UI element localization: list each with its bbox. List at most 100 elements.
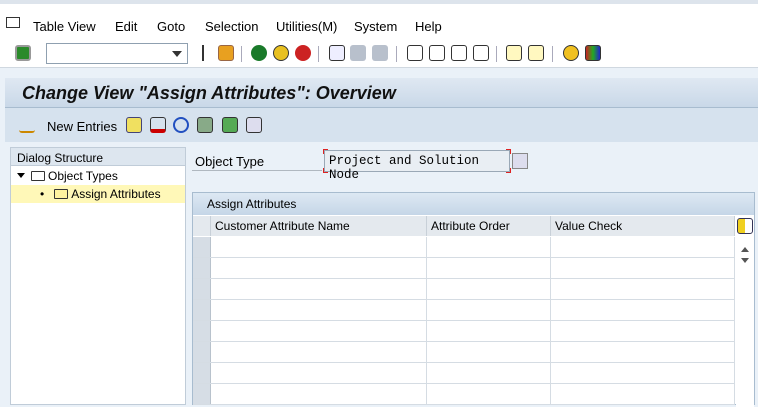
next-page-icon[interactable] [451, 45, 467, 61]
new-session-icon[interactable] [506, 45, 522, 61]
table-settings-icon[interactable] [737, 218, 753, 234]
back-arrow-icon[interactable] [196, 45, 204, 61]
column-header-attribute-order[interactable]: Attribute Order [427, 216, 551, 236]
table-row [193, 384, 735, 405]
object-type-field[interactable]: Project and Solution Node [324, 150, 510, 182]
cell-attribute-order[interactable] [427, 258, 551, 279]
cell-value-check[interactable] [551, 363, 735, 384]
deselect-all-icon[interactable] [246, 117, 262, 133]
cell-customer-attribute-name[interactable] [211, 300, 427, 321]
table-row [193, 279, 735, 300]
page-title: Change View "Assign Attributes": Overvie… [22, 83, 396, 103]
table-row [193, 258, 735, 279]
table-row [193, 363, 735, 384]
row-selector[interactable] [193, 342, 211, 362]
cell-value-check[interactable] [551, 321, 735, 342]
scroll-down-icon[interactable] [741, 258, 749, 267]
cell-customer-attribute-name[interactable] [211, 363, 427, 384]
find-next-icon[interactable] [372, 45, 388, 61]
cell-value-check[interactable] [551, 300, 735, 321]
back-icon[interactable] [251, 45, 267, 61]
row-selector[interactable] [193, 279, 211, 299]
cancel-icon[interactable] [295, 45, 311, 61]
menu-edit[interactable]: Edit [115, 19, 137, 34]
cell-value-check[interactable] [551, 258, 735, 279]
cell-value-check[interactable] [551, 237, 735, 258]
layout-menu-icon[interactable] [585, 45, 601, 61]
select-all-icon[interactable] [197, 117, 213, 133]
assign-attributes-table: Assign Attributes Customer Attribute Nam… [192, 192, 755, 407]
menu-bar: Table View Edit Goto Selection Utilities… [0, 0, 758, 40]
menu-table-view[interactable]: Table View [33, 19, 96, 34]
expand-arrow-icon[interactable] [17, 173, 25, 182]
dialog-structure-header: Dialog Structure [11, 148, 185, 166]
cell-customer-attribute-name[interactable] [211, 279, 427, 300]
row-selector[interactable] [193, 237, 211, 257]
exit-icon[interactable] [273, 45, 289, 61]
cell-attribute-order[interactable] [427, 279, 551, 300]
enter-icon[interactable] [15, 45, 31, 61]
cell-attribute-order[interactable] [427, 384, 551, 405]
tree-item-label: Assign Attributes [71, 187, 161, 201]
cell-customer-attribute-name[interactable] [211, 384, 427, 405]
row-selector[interactable] [193, 363, 211, 383]
cell-value-check[interactable] [551, 279, 735, 300]
table-caption: Assign Attributes [193, 193, 754, 215]
cell-attribute-order[interactable] [427, 300, 551, 321]
row-selector[interactable] [193, 384, 211, 404]
column-header-value-check[interactable]: Value Check [551, 216, 735, 236]
tree-item-object-types[interactable]: Object Types [11, 167, 185, 185]
menu-help[interactable]: Help [415, 19, 442, 34]
change-display-icon[interactable] [19, 117, 35, 133]
menu-utilities[interactable]: Utilities(M) [276, 19, 337, 34]
new-entries-button[interactable]: New Entries [47, 119, 117, 134]
cell-customer-attribute-name[interactable] [211, 258, 427, 279]
title-bar: Change View "Assign Attributes": Overvie… [5, 78, 758, 108]
main-content: Object Type Project and Solution Node As… [190, 147, 758, 407]
help-icon[interactable] [563, 45, 579, 61]
object-type-label: Object Type [195, 154, 265, 169]
row-selector[interactable] [193, 300, 211, 320]
print-icon[interactable] [329, 45, 345, 61]
cell-customer-attribute-name[interactable] [211, 321, 427, 342]
value-help-icon[interactable] [512, 153, 528, 169]
find-icon[interactable] [350, 45, 366, 61]
delete-icon[interactable] [150, 117, 166, 133]
vertical-scrollbar[interactable] [736, 237, 754, 407]
column-header-customer-attribute-name[interactable]: Customer Attribute Name [211, 216, 427, 236]
shortcut-icon[interactable] [528, 45, 544, 61]
scroll-up-icon[interactable] [741, 243, 749, 252]
last-page-icon[interactable] [473, 45, 489, 61]
save-icon[interactable] [218, 45, 234, 61]
row-selector[interactable] [193, 258, 211, 278]
tree-item-label: Object Types [48, 169, 118, 183]
undo-change-icon[interactable] [173, 117, 189, 133]
select-block-icon[interactable] [222, 117, 238, 133]
previous-page-icon[interactable] [429, 45, 445, 61]
cell-attribute-order[interactable] [427, 363, 551, 384]
first-page-icon[interactable] [407, 45, 423, 61]
table-row [193, 342, 735, 363]
chevron-down-icon[interactable] [172, 51, 182, 62]
copy-as-icon[interactable] [126, 117, 142, 133]
menu-goto[interactable]: Goto [157, 19, 185, 34]
cell-attribute-order[interactable] [427, 237, 551, 258]
cell-customer-attribute-name[interactable] [211, 237, 427, 258]
cell-value-check[interactable] [551, 342, 735, 363]
cell-customer-attribute-name[interactable] [211, 342, 427, 363]
open-folder-icon [54, 189, 69, 199]
row-selector[interactable] [193, 321, 211, 341]
menu-selection[interactable]: Selection [205, 19, 258, 34]
system-menu-icon[interactable] [6, 17, 20, 28]
menu-system[interactable]: System [354, 19, 397, 34]
cell-attribute-order[interactable] [427, 321, 551, 342]
tree-item-assign-attributes[interactable]: • Assign Attributes [11, 185, 185, 203]
table-row [193, 300, 735, 321]
cell-value-check[interactable] [551, 384, 735, 405]
application-toolbar: New Entries [5, 108, 758, 142]
command-field[interactable] [46, 43, 188, 64]
select-all-rows[interactable] [193, 216, 211, 236]
folder-icon [31, 171, 45, 181]
standard-toolbar [0, 40, 758, 68]
cell-attribute-order[interactable] [427, 342, 551, 363]
